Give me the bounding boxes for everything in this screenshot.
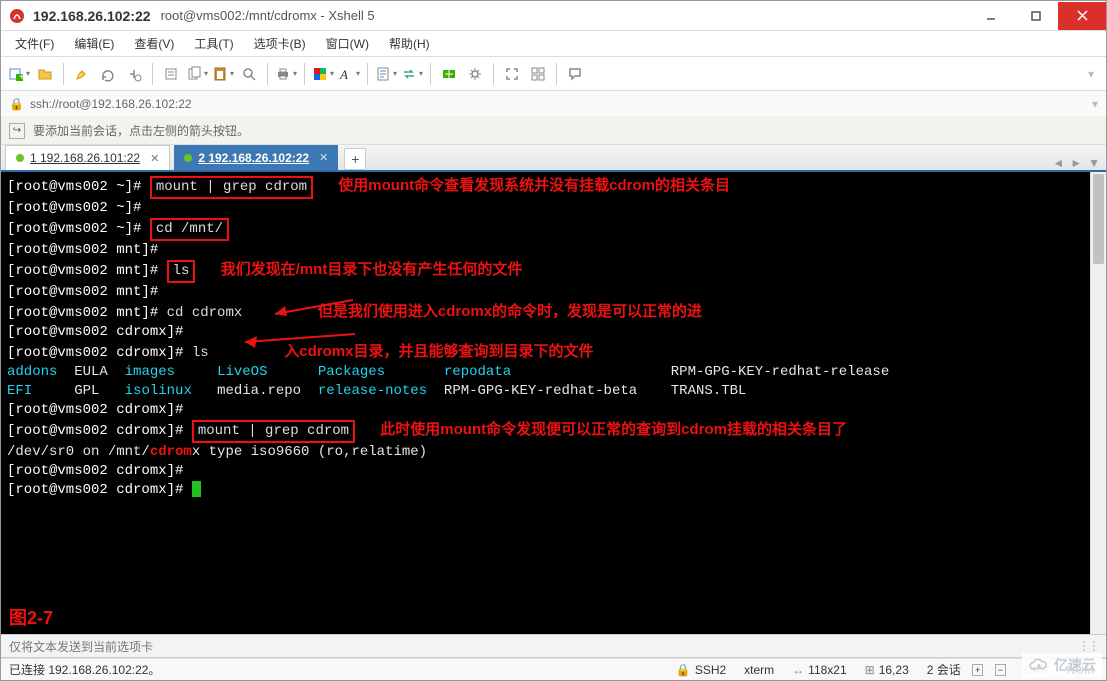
new-session-button[interactable]: + [7, 62, 31, 86]
svg-text:A: A [339, 67, 348, 82]
send-input-placeholder: 仅将文本发送到当前选项卡 [9, 638, 153, 655]
menu-tools[interactable]: 工具(T) [184, 31, 243, 56]
lock-icon: 🔒 [9, 97, 24, 111]
scrollbar-thumb[interactable] [1093, 174, 1104, 264]
menu-file[interactable]: 文件(F) [5, 31, 64, 56]
status-connection: 已连接 192.168.26.102:22。 [9, 661, 160, 678]
status-size: ↔118x21 [792, 663, 846, 677]
status-sessions: 2 会话 + − [927, 661, 1006, 678]
window-controls [968, 2, 1106, 30]
watermark: 亿速云 [1022, 653, 1102, 677]
disconnect-button[interactable] [122, 62, 146, 86]
status-cursor-pos: ⊞16,23 [865, 663, 909, 677]
menu-tabs[interactable]: 选项卡(B) [244, 31, 316, 56]
toolbar-separator [63, 63, 64, 85]
window-host-title: 192.168.26.102:22 [33, 8, 151, 24]
toolbar-separator [367, 63, 368, 85]
tab-scroll-controls: ◄ ► ▼ [1052, 156, 1106, 170]
tab-label: 1 192.168.26.101:22 [30, 151, 140, 165]
minimize-button[interactable] [968, 2, 1013, 30]
menu-window[interactable]: 窗口(W) [316, 31, 379, 56]
status-dot-icon [184, 154, 192, 162]
add-session-arrow-button[interactable]: ↪ [9, 123, 25, 139]
paste-button[interactable] [211, 62, 235, 86]
font-button[interactable]: A [337, 62, 361, 86]
status-protocol: 🔒SSH2 [676, 663, 726, 677]
lock-icon: 🔒 [676, 663, 691, 677]
transfer-button[interactable] [400, 62, 424, 86]
toolbar-overflow-icon[interactable]: ▾ [1088, 67, 1100, 81]
tab-scroll-left-icon[interactable]: ◄ [1052, 156, 1064, 170]
reconnect-button[interactable] [96, 62, 120, 86]
terminal-pane[interactable]: [root@vms002 ~]# mount | grep cdrom 使用mo… [1, 172, 1106, 634]
resize-grip-icon[interactable]: ⋮⋮ [1078, 639, 1098, 653]
tab-scroll-right-icon[interactable]: ► [1070, 156, 1082, 170]
tab-list-dropdown-icon[interactable]: ▼ [1088, 156, 1100, 170]
toolbar-separator [493, 63, 494, 85]
settings-button[interactable] [463, 62, 487, 86]
close-button[interactable] [1058, 2, 1106, 30]
svg-text:+: + [19, 72, 24, 82]
status-bar: 已连接 192.168.26.102:22。 🔒SSH2 xterm ↔118x… [1, 658, 1106, 680]
toolbar-separator [267, 63, 268, 85]
session-tab-2[interactable]: 2 192.168.26.102:22 ✕ [174, 145, 338, 170]
xftp-button[interactable] [437, 62, 461, 86]
open-button[interactable] [33, 62, 57, 86]
menu-view[interactable]: 查看(V) [124, 31, 184, 56]
chat-button[interactable] [563, 62, 587, 86]
tab-label: 2 192.168.26.102:22 [198, 151, 309, 165]
tab-close-icon[interactable]: ✕ [319, 151, 328, 164]
figure-label: 图2-7 [9, 609, 53, 628]
session-tab-1[interactable]: 1 192.168.26.101:22 ✕ [5, 145, 170, 170]
address-bar[interactable]: 🔒 ssh://root@192.168.26.102:22 ▾ [1, 91, 1106, 117]
tab-strip: 1 192.168.26.101:22 ✕ 2 192.168.26.102:2… [1, 145, 1106, 172]
properties-button[interactable] [159, 62, 183, 86]
toolbar: + A ▾ [1, 57, 1106, 91]
highlight-button[interactable] [70, 62, 94, 86]
cloud-icon [1028, 658, 1050, 672]
resize-icon: ↔ [792, 663, 804, 677]
add-tab-button[interactable]: + [344, 148, 366, 170]
send-input-bar[interactable]: 仅将文本发送到当前选项卡 ⋮⋮ [1, 634, 1106, 658]
menu-edit[interactable]: 编辑(E) [64, 31, 124, 56]
toolbar-separator [304, 63, 305, 85]
vertical-scrollbar[interactable] [1090, 172, 1106, 634]
find-button[interactable] [237, 62, 261, 86]
tile-button[interactable] [526, 62, 550, 86]
address-url: ssh://root@192.168.26.102:22 [30, 97, 192, 111]
app-icon [9, 8, 25, 24]
print-button[interactable] [274, 62, 298, 86]
copy-button[interactable] [185, 62, 209, 86]
maximize-button[interactable] [1013, 2, 1058, 30]
grid-icon: ⊞ [865, 663, 875, 677]
color-scheme-button[interactable] [311, 62, 335, 86]
script-button[interactable] [374, 62, 398, 86]
watermark-text: 亿速云 [1054, 655, 1096, 675]
hint-bar: ↪ 要添加当前会话，点击左侧的箭头按钮。 [1, 117, 1106, 145]
toolbar-separator [152, 63, 153, 85]
hint-text: 要添加当前会话，点击左侧的箭头按钮。 [33, 122, 249, 139]
fullscreen-button[interactable] [500, 62, 524, 86]
address-overflow-icon[interactable]: ▾ [1092, 97, 1098, 111]
status-dot-icon [16, 154, 24, 162]
menu-help[interactable]: 帮助(H) [379, 31, 440, 56]
toolbar-separator [430, 63, 431, 85]
toolbar-separator [556, 63, 557, 85]
tab-close-icon[interactable]: ✕ [150, 152, 159, 165]
menubar: 文件(F) 编辑(E) 查看(V) 工具(T) 选项卡(B) 窗口(W) 帮助(… [1, 31, 1106, 57]
window-session-title: root@vms002:/mnt/cdromx - Xshell 5 [161, 8, 375, 23]
window-titlebar: 192.168.26.102:22 root@vms002:/mnt/cdrom… [1, 1, 1106, 31]
status-terminal-type: xterm [744, 663, 774, 677]
